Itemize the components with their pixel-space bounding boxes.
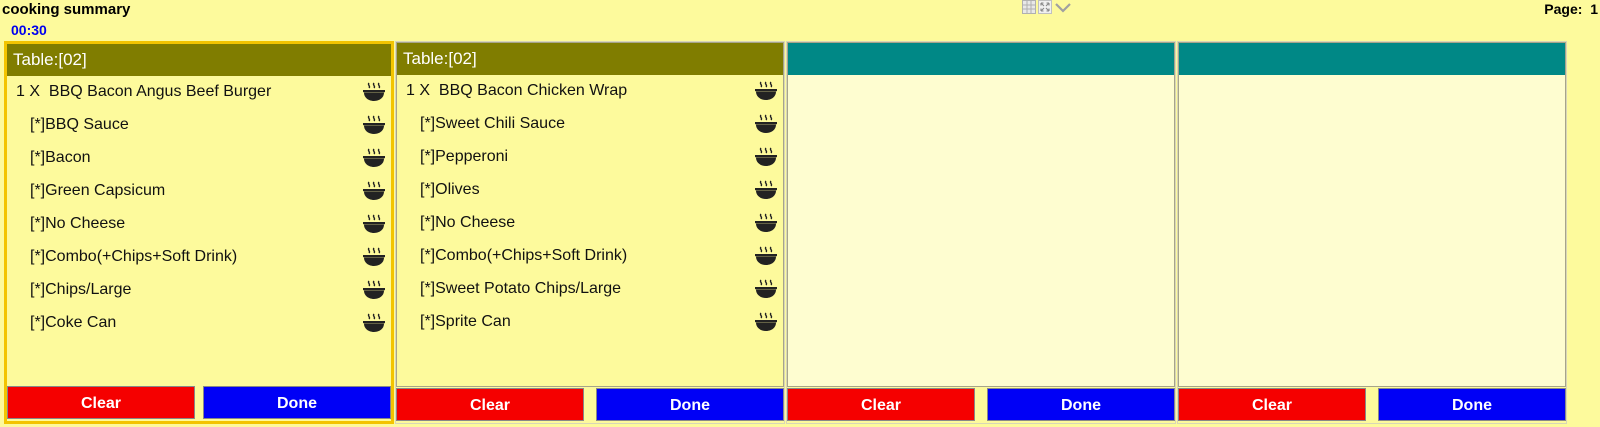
chevron-down-icon[interactable]	[1054, 0, 1072, 14]
steaming-bowl-icon	[363, 148, 385, 167]
item-text: [*]Coke Can	[30, 314, 117, 331]
item-modifier[interactable]: [*]Green Capsicum	[7, 175, 391, 208]
item-modifier[interactable]: [*]Pepperoni	[397, 141, 783, 174]
item-text: [*]BBQ Sauce	[30, 116, 129, 133]
order-header: Table:[02]	[7, 44, 391, 76]
item-modifier[interactable]: [*]No Cheese	[7, 208, 391, 241]
clear-button[interactable]: Clear	[7, 386, 195, 419]
item-modifier[interactable]: [*]Coke Can	[7, 307, 391, 340]
steaming-bowl-icon	[755, 279, 777, 298]
steaming-bowl-icon	[363, 214, 385, 233]
panel-actions: Clear Done	[787, 388, 1175, 421]
steaming-bowl-icon	[755, 312, 777, 331]
item-modifier[interactable]: [*]Combo(+Chips+Soft Drink)	[7, 241, 391, 274]
steaming-bowl-icon	[755, 213, 777, 232]
steaming-bowl-icon	[755, 180, 777, 199]
top-bar: cooking summary Page: 1	[0, 0, 1600, 20]
steaming-bowl-icon	[755, 114, 777, 133]
item-modifier[interactable]: [*]Olives	[397, 174, 783, 207]
item-text: [*]Combo(+Chips+Soft Drink)	[420, 247, 628, 264]
item-modifier[interactable]: [*]Sprite Can	[397, 306, 783, 339]
steaming-bowl-icon	[363, 247, 385, 266]
clear-button[interactable]: Clear	[787, 388, 975, 421]
steaming-bowl-icon	[363, 115, 385, 134]
order-item[interactable]: 1 X BBQ Bacon Chicken Wrap	[397, 75, 783, 108]
order-panel[interactable]: Table:[02] 1 X BBQ Bacon Chicken Wrap [*]S…	[395, 41, 785, 424]
order-items	[787, 42, 1175, 387]
item-text: [*]Olives	[420, 181, 480, 198]
steaming-bowl-icon	[363, 82, 385, 101]
clear-button[interactable]: Clear	[396, 388, 584, 421]
grid-view-icon[interactable]	[1022, 0, 1036, 14]
done-button[interactable]: Done	[596, 388, 784, 421]
item-text: [*]No Cheese	[420, 214, 516, 231]
item-modifier[interactable]: [*]Bacon	[7, 142, 391, 175]
page-indicator: Page: 1	[1544, 1, 1598, 17]
item-text: [*]Sprite Can	[420, 313, 511, 330]
item-text: 1 X BBQ Bacon Angus Beef Burger	[16, 83, 272, 100]
order-items	[1178, 42, 1566, 387]
item-text: [*]No Cheese	[30, 215, 126, 232]
item-text: [*]Combo(+Chips+Soft Drink)	[30, 248, 238, 265]
item-text: [*]Pepperoni	[420, 148, 509, 165]
item-text: [*]Sweet Potato Chips/Large	[420, 280, 622, 297]
item-modifier[interactable]: [*]Sweet Potato Chips/Large	[397, 273, 783, 306]
order-items: Table:[02] 1 X BBQ Bacon Angus Beef Burge…	[7, 44, 391, 389]
order-header: Table:[02]	[397, 43, 783, 75]
order-panel[interactable]: Table:[02] 1 X BBQ Bacon Angus Beef Burge…	[4, 41, 394, 424]
order-item[interactable]: 1 X BBQ Bacon Angus Beef Burger	[7, 76, 391, 109]
steaming-bowl-icon	[755, 147, 777, 166]
item-text: [*]Bacon	[30, 149, 91, 166]
panel-actions: Clear Done	[396, 388, 784, 421]
order-header	[788, 43, 1174, 75]
order-timer: 00:30	[11, 22, 47, 38]
steaming-bowl-icon	[363, 181, 385, 200]
order-header	[1179, 43, 1565, 75]
steaming-bowl-icon	[755, 81, 777, 100]
order-panel[interactable]: Clear Done	[786, 41, 1176, 424]
steaming-bowl-icon	[363, 280, 385, 299]
item-modifier[interactable]: [*]No Cheese	[397, 207, 783, 240]
item-text: [*]Sweet Chili Sauce	[420, 115, 565, 132]
clear-button[interactable]: Clear	[1178, 388, 1366, 421]
panel-actions: Clear Done	[7, 386, 391, 419]
item-text: [*]Green Capsicum	[30, 182, 166, 199]
order-items: Table:[02] 1 X BBQ Bacon Chicken Wrap [*]S…	[396, 42, 784, 387]
fullscreen-icon[interactable]	[1038, 0, 1052, 14]
done-button[interactable]: Done	[1378, 388, 1566, 421]
item-modifier[interactable]: [*]Sweet Chili Sauce	[397, 108, 783, 141]
app-title: cooking summary	[2, 1, 131, 18]
item-text: [*]Chips/Large	[30, 281, 132, 298]
steaming-bowl-icon	[755, 246, 777, 265]
item-modifier[interactable]: [*]Chips/Large	[7, 274, 391, 307]
item-modifier[interactable]: [*]Combo(+Chips+Soft Drink)	[397, 240, 783, 273]
item-text: 1 X BBQ Bacon Chicken Wrap	[406, 82, 628, 99]
view-controls	[1022, 0, 1072, 14]
done-button[interactable]: Done	[203, 386, 391, 419]
item-modifier[interactable]: [*]BBQ Sauce	[7, 109, 391, 142]
order-panel[interactable]: Clear Done	[1177, 41, 1567, 424]
steaming-bowl-icon	[363, 313, 385, 332]
panel-actions: Clear Done	[1178, 388, 1566, 421]
done-button[interactable]: Done	[987, 388, 1175, 421]
